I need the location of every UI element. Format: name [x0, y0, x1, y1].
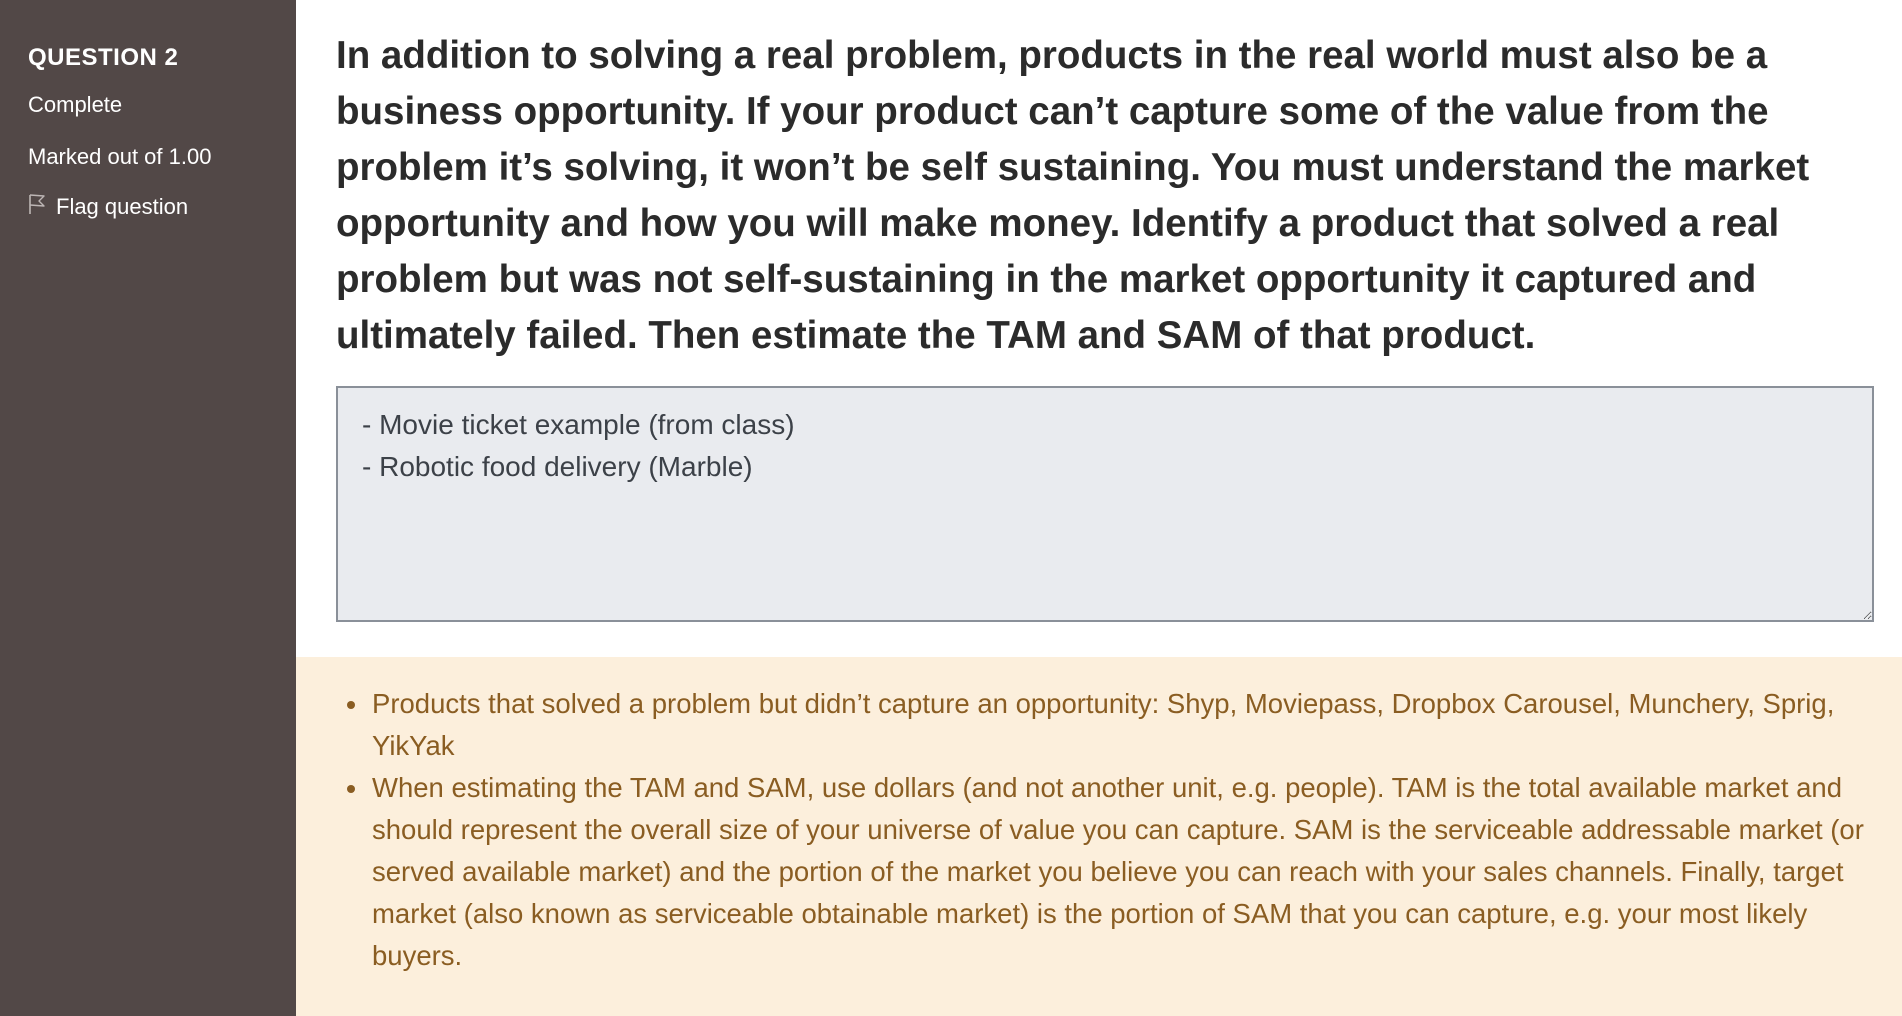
feedback-list: Products that solved a problem but didn’…	[346, 683, 1890, 977]
question-status: Complete	[28, 92, 123, 117]
general-feedback: Products that solved a problem but didn’…	[296, 657, 1902, 1016]
flag-outline-icon	[28, 193, 56, 221]
flag-question-button[interactable]: Flag question	[28, 193, 188, 221]
feedback-item: When estimating the TAM and SAM, use dol…	[370, 767, 1890, 977]
question-text: In addition to solving a real problem, p…	[336, 34, 1810, 357]
flag-question-label: Flag question	[56, 194, 189, 219]
feedback-item: Products that solved a problem but didn’…	[370, 683, 1890, 767]
quiz-page: QUESTION 2 Complete Marked out of 1.00 F…	[0, 0, 1902, 1016]
question-marks: Marked out of 1.00	[28, 144, 212, 169]
question-content: In addition to solving a real problem, p…	[296, 0, 1902, 1016]
question-number: 2	[164, 44, 179, 71]
question-heading: QUESTION 2	[28, 44, 178, 72]
answer-textarea[interactable]: - Movie ticket example (from class) - Ro…	[336, 386, 1874, 622]
question-info-panel: QUESTION 2 Complete Marked out of 1.00 F…	[0, 0, 296, 1016]
question-label: QUESTION	[28, 44, 158, 71]
